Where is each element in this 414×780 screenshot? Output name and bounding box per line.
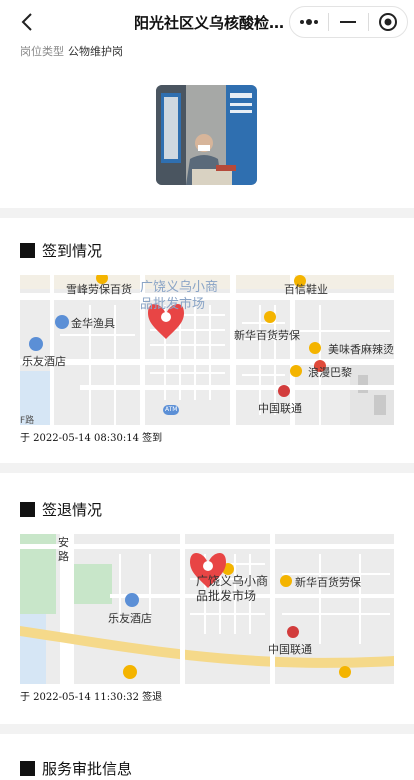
map-label-baixin: 百信鞋业 [284,283,328,296]
map-label-market: 广饶义乌小商 品批发市场 [196,574,269,603]
post-type-row: 岗位类型 公物维护岗 [20,43,123,59]
map-label-xinhua: 新华百货劳保 [295,576,361,589]
square-bullet-icon [20,761,35,776]
worker-photo[interactable] [156,85,257,185]
top-nav-bar: 阳光社区义乌核酸检… [0,0,414,44]
map-label-unicom: 中国联通 [268,643,312,656]
checkout-map-canvas [20,534,394,684]
checkin-time-caption: 于 2022-05-14 08:30:14 签到 [20,433,163,444]
section-divider [0,208,414,218]
section-divider [0,724,414,734]
checkout-time-caption: 于 2022-05-14 11:30:32 签退 [20,692,163,703]
checkout-map[interactable]: 安 路 广饶义乌小商 品批发市场 新华百货劳保 乐友酒店 中国联通 [20,534,394,684]
map-label-langman: 浪漫巴黎 [308,366,352,379]
photo-illustration [156,85,257,185]
close-miniprogram-button[interactable] [369,7,407,37]
approval-title-text: 服务审批信息 [42,760,133,778]
post-type-value: 公物维护岗 [68,45,123,58]
checkin-map[interactable]: 广饶义乌小商 品批发市场 雪峰劳保百货 百信鞋业 金华渔具 新华百货劳保 美味香… [20,275,394,425]
minus-icon [340,21,357,23]
checkout-title-text: 签退情况 [42,501,103,519]
more-dots-icon [300,19,319,25]
map-label-atm: ATM [165,406,178,413]
map-label-unicom: 中国联通 [258,402,302,415]
chevron-left-icon [21,13,32,31]
map-label-meiwei: 美味香麻辣烫 [328,343,394,356]
map-label-jinhua: 金华渔具 [71,317,115,330]
section-divider [0,463,414,473]
square-bullet-icon [20,243,35,258]
map-label-xinhua: 新华百货劳保 [234,329,300,342]
checkout-section-title: 签退情况 [20,499,102,520]
map-label-market: 广饶义乌小商 品批发市场 [140,280,219,312]
post-type-label: 岗位类型 [20,45,64,58]
checkin-section-title: 签到情况 [20,240,102,261]
map-label-xuefeng: 雪峰劳保百货 [66,283,132,296]
map-label-edge: F路 [20,416,35,425]
map-label-lu: 路 [58,550,69,563]
square-bullet-icon [20,502,35,517]
minimize-button[interactable] [329,7,367,37]
map-label-leyou: 乐友酒店 [22,355,66,368]
approval-section-title: 服务审批信息 [20,758,132,779]
back-button[interactable] [14,9,40,35]
mini-program-capsule [289,6,408,38]
map-label-leyou: 乐友酒店 [108,612,152,625]
target-icon [378,13,397,31]
checkin-title-text: 签到情况 [42,242,103,260]
page-title: 阳光社区义乌核酸检… [134,14,284,32]
more-button[interactable] [290,7,328,37]
